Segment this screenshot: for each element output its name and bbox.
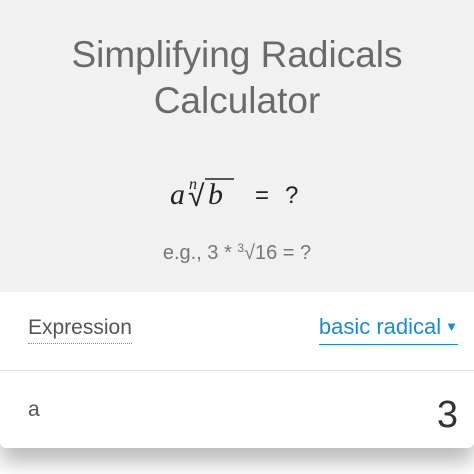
example-index: 3 (237, 241, 245, 255)
formula-result: ? (285, 182, 298, 209)
radical-sign-icon: √ (188, 180, 205, 213)
chevron-down-icon[interactable]: ▼ (445, 319, 458, 334)
example-prefix: e.g., 3 * (162, 242, 238, 264)
expression-select[interactable]: basic radical ▼ (318, 313, 458, 345)
calculator-widget: Simplifying Radicals Calculator a n √ b … (0, 0, 474, 448)
field-a-input[interactable] (318, 392, 458, 438)
formula-display: a n √ b = ? (0, 170, 474, 220)
calculator-title: Simplifying Radicals Calculator (0, 32, 474, 124)
title-line-2: Calculator (153, 80, 321, 121)
example-text: e.g., 3 * 3√16 = ? (0, 240, 474, 266)
calculator-header: Simplifying Radicals Calculator a n √ b … (0, 0, 474, 292)
formula-coefficient: a (170, 178, 185, 211)
expression-selected-option[interactable]: basic radical (319, 314, 441, 339)
expression-row: Expression basic radical ▼ (0, 292, 474, 370)
field-a-label: a (28, 398, 40, 421)
title-line-1: Simplifying Radicals (71, 34, 403, 75)
formula-graphic: a n √ b = ? (170, 176, 298, 213)
formula-equals: = (255, 182, 269, 209)
field-a-row: a (0, 371, 474, 448)
formula-radicand: b (208, 178, 223, 211)
expression-label: Expression (28, 314, 132, 344)
example-rest: √16 = ? (244, 242, 312, 264)
